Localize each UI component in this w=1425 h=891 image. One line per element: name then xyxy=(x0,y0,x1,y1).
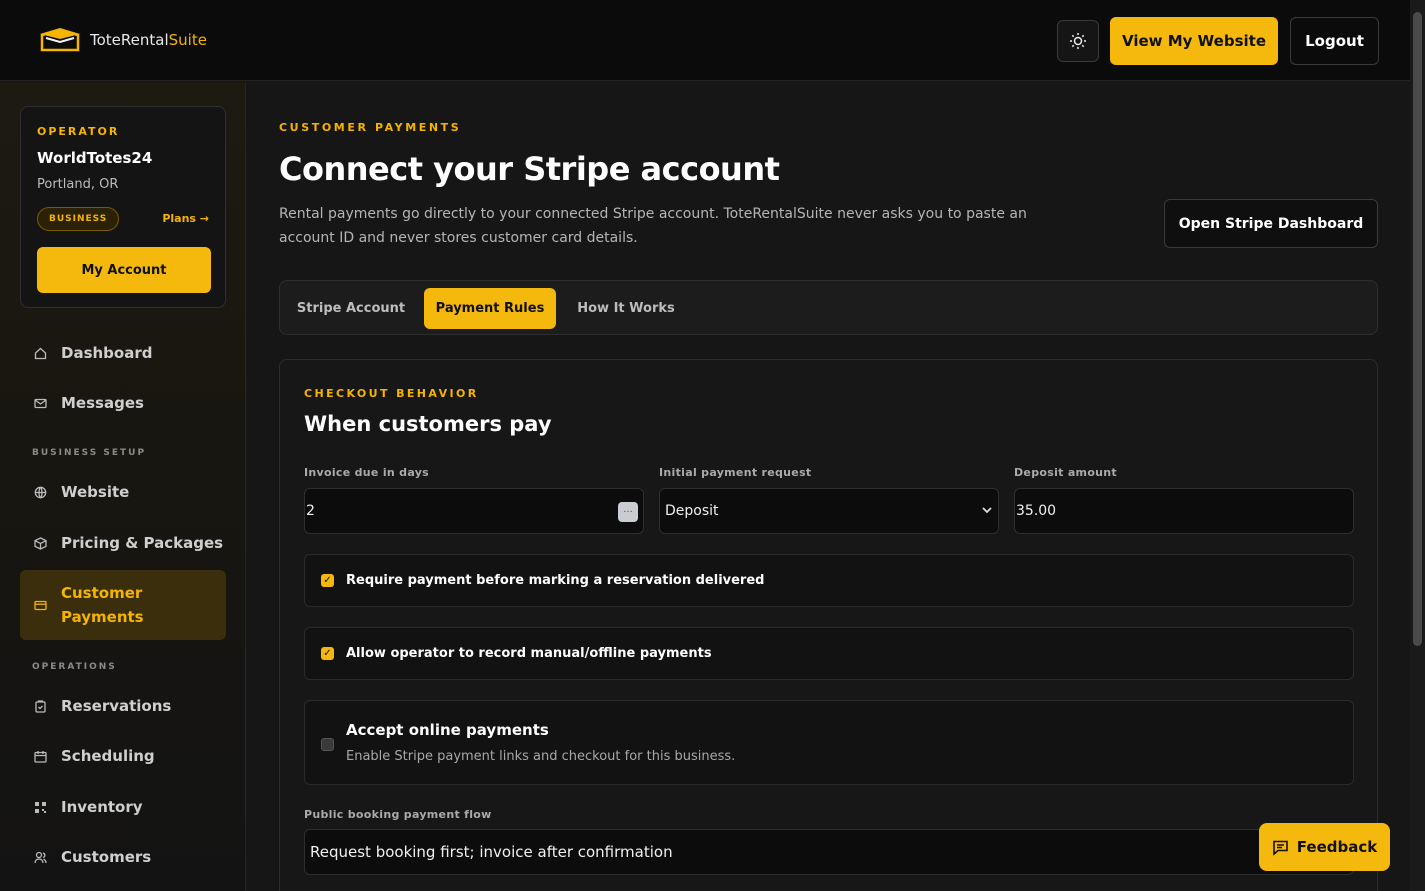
sidebar-item-label: Messages xyxy=(61,394,144,412)
option-sublabel: Enable Stripe payment links and checkout… xyxy=(346,749,736,764)
sidebar-item-dashboard[interactable]: Dashboard xyxy=(20,331,226,375)
tab-how-it-works[interactable]: How It Works xyxy=(566,288,686,329)
tab-payment-rules[interactable]: Payment Rules xyxy=(424,288,556,329)
sidebar-item-label: Customer Payments xyxy=(61,584,144,626)
sidebar-item-label: Pricing & Packages xyxy=(61,534,224,552)
deposit-amount-label: Deposit amount xyxy=(1014,466,1117,479)
booking-flow-value: Request booking first; invoice after con… xyxy=(310,843,673,861)
view-website-button[interactable]: View My Website xyxy=(1110,17,1278,65)
sidebar-item-scheduling[interactable]: Scheduling xyxy=(20,734,226,778)
operator-name: WorldTotes24 xyxy=(37,149,153,167)
tote-box-icon xyxy=(40,28,80,52)
booking-flow-label: Public booking payment flow xyxy=(304,808,492,821)
sidebar-item-customers[interactable]: Customers xyxy=(20,835,226,879)
option-manual-payments[interactable]: ✓ Allow operator to record manual/offlin… xyxy=(304,627,1354,680)
initial-payment-label: Initial payment request xyxy=(659,466,812,479)
theme-toggle-button[interactable] xyxy=(1057,20,1099,62)
package-icon xyxy=(34,536,48,550)
sidebar-item-reservations[interactable]: Reservations xyxy=(20,684,226,728)
sidebar-item-label: Website xyxy=(61,483,130,501)
checkbox-checked-icon[interactable]: ✓ xyxy=(321,574,334,587)
page-eyebrow: CUSTOMER PAYMENTS xyxy=(279,121,462,134)
sidebar-item-website[interactable]: Website xyxy=(20,470,226,514)
option-online-payments[interactable]: Accept online payments Enable Stripe pay… xyxy=(304,700,1354,785)
sidebar-item-label: Scheduling xyxy=(61,747,155,765)
payment-tabs: Stripe Account Payment Rules How It Work… xyxy=(279,280,1378,335)
my-account-button[interactable]: My Account xyxy=(37,247,211,293)
invoice-due-input[interactable]: 2 ··· xyxy=(304,488,644,534)
scrollbar-thumb[interactable] xyxy=(1413,12,1422,646)
invoice-due-label: Invoice due in days xyxy=(304,466,430,479)
top-bar: ToteRentalSuite View My Website Logout xyxy=(0,0,1410,81)
checkbox-unchecked-icon[interactable] xyxy=(321,738,334,751)
sidebar-item-label: Reservations xyxy=(61,697,172,715)
open-stripe-dashboard-button[interactable]: Open Stripe Dashboard xyxy=(1164,199,1378,248)
sidebar-item-label: Inventory xyxy=(61,798,143,816)
nav-section-operations: OPERATIONS xyxy=(32,662,117,672)
option-label: Require payment before marking a reserva… xyxy=(346,573,765,588)
card-title: When customers pay xyxy=(304,412,552,436)
sidebar: OPERATOR WorldTotes24 Portland, OR BUSIN… xyxy=(0,82,246,891)
users-icon xyxy=(34,850,48,864)
page-title: Connect your Stripe account xyxy=(279,150,780,188)
operator-card: OPERATOR WorldTotes24 Portland, OR BUSIN… xyxy=(20,106,226,308)
deposit-amount-value: 35.00 xyxy=(1016,503,1057,519)
option-require-payment[interactable]: ✓ Require payment before marking a reser… xyxy=(304,554,1354,607)
grid-icon xyxy=(34,800,48,814)
card-icon xyxy=(34,598,48,612)
card-eyebrow: CHECKOUT BEHAVIOR xyxy=(304,387,479,400)
feedback-button[interactable]: Feedback xyxy=(1259,823,1390,871)
chevron-down-icon xyxy=(982,503,992,517)
feedback-label: Feedback xyxy=(1296,838,1378,856)
sun-icon xyxy=(1070,33,1086,49)
globe-icon xyxy=(34,485,48,499)
clipboard-icon xyxy=(34,699,48,713)
sidebar-item-messages[interactable]: Messages xyxy=(20,381,226,425)
home-icon xyxy=(34,346,48,360)
plan-badge: BUSINESS xyxy=(37,207,120,231)
invoice-due-value: 2 xyxy=(306,503,315,519)
checkbox-checked-icon[interactable]: ✓ xyxy=(321,647,334,660)
page-scrollbar[interactable] xyxy=(1410,0,1425,891)
logout-button[interactable]: Logout xyxy=(1290,17,1379,65)
page-description: Rental payments go directly to your conn… xyxy=(279,206,1027,246)
booking-flow-select[interactable]: Request booking first; invoice after con… xyxy=(304,829,1354,875)
chat-icon xyxy=(1272,840,1288,856)
initial-payment-value: Deposit xyxy=(665,503,719,519)
option-label: Accept online payments xyxy=(346,721,549,739)
tab-stripe-account[interactable]: Stripe Account xyxy=(288,288,414,329)
number-stepper-icon[interactable]: ··· xyxy=(618,502,638,522)
mail-icon xyxy=(34,396,48,410)
sidebar-item-label: Customers xyxy=(61,848,152,866)
deposit-amount-input[interactable]: 35.00 xyxy=(1014,488,1354,534)
operator-label: OPERATOR xyxy=(37,125,120,138)
sidebar-item-customer-payments[interactable]: Customer Payments xyxy=(20,570,226,640)
checkout-behavior-card: CHECKOUT BEHAVIOR When customers pay Inv… xyxy=(279,359,1378,891)
sidebar-item-pricing[interactable]: Pricing & Packages xyxy=(20,521,226,565)
sidebar-item-label: Dashboard xyxy=(61,344,153,362)
logo-text: ToteRentalSuite xyxy=(90,31,207,49)
plans-link[interactable]: Plans → xyxy=(162,212,209,225)
nav-section-business-setup: BUSINESS SETUP xyxy=(32,448,147,458)
calendar-icon xyxy=(34,749,48,763)
sidebar-item-inventory[interactable]: Inventory xyxy=(20,785,226,829)
option-label: Allow operator to record manual/offline … xyxy=(346,646,712,661)
app-logo[interactable]: ToteRentalSuite xyxy=(38,26,207,54)
operator-location: Portland, OR xyxy=(37,177,119,192)
initial-payment-select[interactable]: Deposit xyxy=(659,488,999,534)
